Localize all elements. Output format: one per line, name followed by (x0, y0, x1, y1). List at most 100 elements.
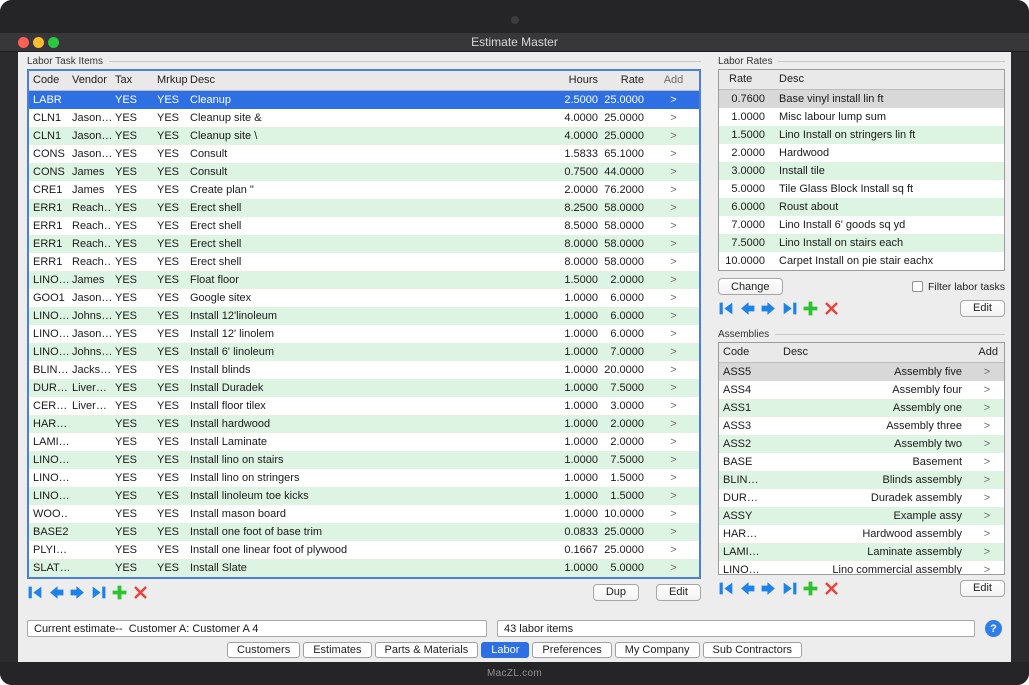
task-add-button[interactable]: > (648, 289, 699, 307)
labor-task-row[interactable]: ERR1 Reach… YES YES Erect shell 8.0000 5… (29, 235, 699, 253)
assembly-add-button[interactable]: > (970, 471, 1004, 489)
delete-record-icon[interactable] (823, 300, 840, 317)
labor-task-row[interactable]: CONS Jason… YES YES Consult 1.5833 65.10… (29, 145, 699, 163)
labor-rate-row[interactable]: 7.5000 Lino Install on stairs each (719, 234, 1004, 252)
tab-sub-contractors[interactable]: Sub Contractors (703, 642, 802, 658)
task-add-button[interactable]: > (648, 397, 699, 415)
labor-task-row[interactable]: GOO1 Jason… YES YES Google sitex 1.0000 … (29, 289, 699, 307)
task-add-button[interactable]: > (648, 379, 699, 397)
assembly-add-button[interactable]: > (970, 399, 1004, 417)
change-button[interactable]: Change (718, 278, 783, 295)
labor-rate-row[interactable]: 5.0000 Tile Glass Block Install sq ft (719, 180, 1004, 198)
labor-rate-row[interactable]: 2.0000 Hardwood (719, 144, 1004, 162)
assembly-add-button[interactable]: > (970, 507, 1004, 525)
task-add-button[interactable]: > (648, 343, 699, 361)
task-add-button[interactable]: > (648, 253, 699, 271)
labor-task-row[interactable]: LINO… James YES YES Float floor 1.5000 2… (29, 271, 699, 289)
task-add-button[interactable]: > (648, 235, 699, 253)
item-count-field[interactable]: 43 labor items (497, 620, 975, 637)
labor-task-row[interactable]: LABR YES YES Cleanup 2.5000 25.0000 > (29, 91, 699, 109)
filter-labor-tasks-checkbox[interactable] (912, 281, 923, 292)
task-add-button[interactable]: > (648, 505, 699, 523)
tab-customers[interactable]: Customers (227, 642, 300, 658)
last-record-icon[interactable] (781, 300, 798, 317)
help-button[interactable]: ? (985, 620, 1002, 637)
task-add-button[interactable]: > (648, 307, 699, 325)
assembly-row[interactable]: ASS5 Assembly five > (719, 363, 1004, 381)
first-record-icon[interactable] (27, 584, 44, 601)
labor-task-row[interactable]: LINO… YES YES Install lino on stringers … (29, 469, 699, 487)
delete-record-icon[interactable] (823, 580, 840, 597)
task-add-button[interactable]: > (648, 217, 699, 235)
labor-task-row[interactable]: SLAT… YES YES Install Slate 1.0000 5.000… (29, 559, 699, 577)
labor-task-row[interactable]: LAMI… YES YES Install Laminate 1.0000 2.… (29, 433, 699, 451)
labor-task-row[interactable]: CER… Liver… YES YES Install floor tilex … (29, 397, 699, 415)
assembly-row[interactable]: LINO… Lino commercial assembly > (719, 561, 1004, 574)
previous-record-icon[interactable] (739, 580, 756, 597)
next-record-icon[interactable] (760, 300, 777, 317)
labor-rate-row[interactable]: 7.0000 Lino Install 6' goods sq yd (719, 216, 1004, 234)
last-record-icon[interactable] (90, 584, 107, 601)
minimize-window-button[interactable] (33, 37, 44, 48)
labor-task-row[interactable]: DUR… Liver… YES YES Install Duradek 1.00… (29, 379, 699, 397)
assembly-add-button[interactable]: > (970, 417, 1004, 435)
add-record-icon[interactable] (802, 580, 819, 597)
assembly-add-button[interactable]: > (970, 435, 1004, 453)
next-record-icon[interactable] (69, 584, 86, 601)
labor-rate-row[interactable]: 1.5000 Lino Install on stringers lin ft (719, 126, 1004, 144)
assemblies-edit-button[interactable]: Edit (960, 580, 1005, 597)
labor-rate-row[interactable]: 3.0000 Install tile (719, 162, 1004, 180)
current-estimate-field[interactable]: Current estimate-- Customer A: Customer … (27, 620, 487, 637)
assembly-add-button[interactable]: > (970, 363, 1004, 381)
assembly-row[interactable]: BLIN… Blinds assembly > (719, 471, 1004, 489)
labor-task-row[interactable]: LINO… Jason… YES YES Install 12' linolem… (29, 325, 699, 343)
labor-task-row[interactable]: HAR… YES YES Install hardwood 1.0000 2.0… (29, 415, 699, 433)
last-record-icon[interactable] (781, 580, 798, 597)
labor-task-row[interactable]: CONS James YES YES Consult 0.7500 44.000… (29, 163, 699, 181)
assembly-add-button[interactable]: > (970, 381, 1004, 399)
delete-record-icon[interactable] (132, 584, 149, 601)
tab-labor[interactable]: Labor (481, 642, 529, 658)
add-record-icon[interactable] (802, 300, 819, 317)
task-add-button[interactable]: > (648, 91, 699, 109)
task-add-button[interactable]: > (648, 433, 699, 451)
assembly-row[interactable]: ASS1 Assembly one > (719, 399, 1004, 417)
filter-labor-tasks-control[interactable]: Filter labor tasks (912, 281, 1005, 293)
assembly-row[interactable]: DUR… Duradek assembly > (719, 489, 1004, 507)
task-add-button[interactable]: > (648, 109, 699, 127)
task-add-button[interactable]: > (648, 325, 699, 343)
tab-parts-materials[interactable]: Parts & Materials (375, 642, 479, 658)
tab-my-company[interactable]: My Company (615, 642, 700, 658)
assembly-add-button[interactable]: > (970, 453, 1004, 471)
labor-rate-row[interactable]: 10.0000 Carpet Install on pie stair each… (719, 252, 1004, 270)
task-add-button[interactable]: > (648, 415, 699, 433)
labor-rates-edit-button[interactable]: Edit (960, 300, 1005, 317)
first-record-icon[interactable] (718, 300, 735, 317)
labor-task-row[interactable]: CLN1 Jason… YES YES Cleanup site & 4.000… (29, 109, 699, 127)
assembly-row[interactable]: ASSY Example assy > (719, 507, 1004, 525)
assembly-add-button[interactable]: > (970, 489, 1004, 507)
labor-task-row[interactable]: WOO… YES YES Install mason board 1.0000 … (29, 505, 699, 523)
task-add-button[interactable]: > (648, 487, 699, 505)
task-add-button[interactable]: > (648, 469, 699, 487)
labor-task-row[interactable]: ERR1 Reach… YES YES Erect shell 8.2500 5… (29, 199, 699, 217)
task-add-button[interactable]: > (648, 181, 699, 199)
task-add-button[interactable]: > (648, 559, 699, 577)
task-add-button[interactable]: > (648, 361, 699, 379)
labor-task-row[interactable]: LINO… YES YES Install linoleum toe kicks… (29, 487, 699, 505)
labor-task-row[interactable]: LINO… YES YES Install lino on stairs 1.0… (29, 451, 699, 469)
task-add-button[interactable]: > (648, 163, 699, 181)
zoom-window-button[interactable] (48, 37, 59, 48)
labor-tasks-edit-button[interactable]: Edit (656, 584, 701, 601)
labor-rate-row[interactable]: 6.0000 Roust about (719, 198, 1004, 216)
assembly-add-button[interactable]: > (970, 525, 1004, 543)
first-record-icon[interactable] (718, 580, 735, 597)
labor-rate-row[interactable]: 0.7600 Base vinyl install lin ft (719, 90, 1004, 108)
task-add-button[interactable]: > (648, 199, 699, 217)
labor-task-row[interactable]: PLYI… YES YES Install one linear foot of… (29, 541, 699, 559)
assembly-row[interactable]: ASS4 Assembly four > (719, 381, 1004, 399)
task-add-button[interactable]: > (648, 451, 699, 469)
assembly-row[interactable]: ASS3 Assembly three > (719, 417, 1004, 435)
assembly-add-button[interactable]: > (970, 561, 1004, 574)
previous-record-icon[interactable] (48, 584, 65, 601)
